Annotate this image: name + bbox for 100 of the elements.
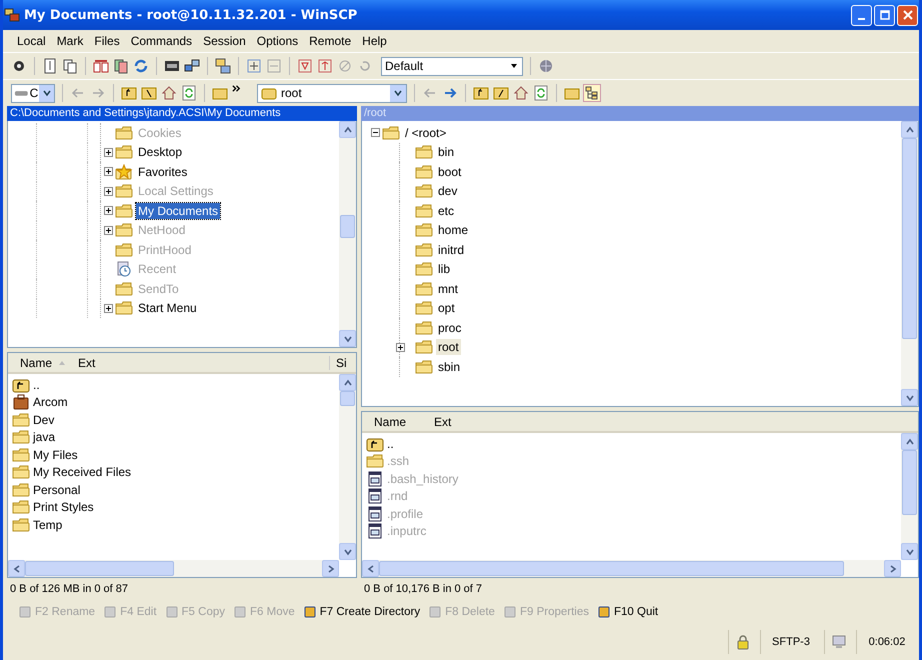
tree-item[interactable]: bin xyxy=(436,144,456,160)
tree-item[interactable]: My Documents xyxy=(136,202,220,219)
menu-item[interactable]: Session xyxy=(199,32,250,50)
plus-icon[interactable] xyxy=(246,58,262,74)
expand-icon[interactable] xyxy=(396,342,404,352)
tree-item[interactable]: sbin xyxy=(436,358,462,375)
folder-dropdown[interactable]: root xyxy=(257,84,407,102)
tree-item[interactable]: proc xyxy=(436,320,464,336)
parent-folder-icon[interactable] xyxy=(473,85,489,101)
file-name[interactable]: Temp xyxy=(33,518,62,532)
file-name[interactable]: .. xyxy=(387,436,394,451)
tree-item[interactable]: mnt xyxy=(436,280,460,297)
tree-item[interactable]: Favorites xyxy=(136,164,190,180)
tree-item[interactable]: initrd xyxy=(436,242,466,258)
horizontal-scrollbar[interactable] xyxy=(8,560,339,577)
preset-dropdown[interactable]: Default xyxy=(381,56,523,76)
maximize-button[interactable] xyxy=(874,4,895,26)
tree-item[interactable]: dev xyxy=(436,183,460,200)
home-icon[interactable] xyxy=(161,85,177,101)
file-name[interactable]: Arcom xyxy=(33,395,68,410)
file-name[interactable]: java xyxy=(33,430,56,444)
computers-icon[interactable] xyxy=(184,58,200,74)
parent-folder-icon[interactable] xyxy=(121,85,137,101)
parent-folder-icon xyxy=(12,376,30,393)
invert-icon[interactable] xyxy=(317,58,333,74)
tree-item[interactable]: Desktop xyxy=(136,144,184,160)
refresh-icon[interactable] xyxy=(181,85,197,101)
tree-view-icon[interactable] xyxy=(584,85,600,101)
tree-item[interactable]: / <root> xyxy=(403,124,448,141)
copy-pages-icon[interactable] xyxy=(62,58,78,74)
tree-item[interactable]: boot xyxy=(436,164,464,180)
drive-icon xyxy=(14,88,29,98)
scrollbar[interactable] xyxy=(339,374,356,560)
expand-icon[interactable] xyxy=(104,304,112,313)
folder-icon xyxy=(415,202,433,219)
expand-icon[interactable] xyxy=(104,167,112,176)
command-icon xyxy=(164,605,179,619)
lock-icon xyxy=(736,634,750,650)
tree-item[interactable]: etc xyxy=(436,202,456,219)
tree-item[interactable]: home xyxy=(436,222,470,238)
function-key-button[interactable]: F7 Create Directory xyxy=(300,605,424,619)
menu-item[interactable]: Remote xyxy=(305,32,356,50)
file-name[interactable]: Print Styles xyxy=(33,500,94,514)
file-name[interactable]: Personal xyxy=(33,482,80,497)
scroll-thumb[interactable] xyxy=(379,561,844,576)
file-name[interactable]: Dev xyxy=(33,412,54,427)
scrollbar[interactable] xyxy=(901,121,918,406)
tree-item[interactable]: Start Menu xyxy=(136,300,199,316)
panel-icon[interactable] xyxy=(42,58,58,74)
menu-item[interactable]: Files xyxy=(90,32,124,50)
home-icon[interactable] xyxy=(513,85,529,101)
scroll-thumb[interactable] xyxy=(340,214,355,238)
terminal-icon[interactable] xyxy=(164,58,180,74)
collapse-icon[interactable] xyxy=(370,128,380,138)
expand-icon[interactable] xyxy=(104,148,112,157)
tree-item[interactable]: opt xyxy=(436,300,457,316)
elapsed-time: 0:06:02 xyxy=(856,630,917,654)
menu-item[interactable]: Commands xyxy=(126,32,196,50)
folder-icon xyxy=(115,183,133,200)
scrollbar[interactable] xyxy=(339,121,356,347)
settings-icon[interactable] xyxy=(11,58,27,74)
menu-item[interactable]: Help xyxy=(358,32,391,50)
menu-item[interactable]: Mark xyxy=(52,32,88,50)
caret-icon xyxy=(42,89,51,97)
root-folder-icon[interactable] xyxy=(493,85,509,101)
synchronize-icon[interactable] xyxy=(113,58,129,74)
selection-summary: 0 B of 10,176 B in 0 of 7 xyxy=(363,582,484,597)
file-name[interactable]: My Received Files xyxy=(33,465,132,480)
scroll-thumb[interactable] xyxy=(25,561,174,576)
tree-item[interactable]: root xyxy=(436,339,461,356)
overflow-icon[interactable] xyxy=(232,84,241,93)
column-header[interactable]: Name xyxy=(8,356,52,370)
folder-icon xyxy=(415,358,433,375)
column-header[interactable]: Ext xyxy=(72,356,318,370)
scroll-thumb[interactable] xyxy=(340,391,355,406)
horizontal-scrollbar[interactable] xyxy=(362,560,901,577)
refresh-icon[interactable] xyxy=(133,58,149,74)
scrollbar[interactable] xyxy=(901,433,918,560)
file-name[interactable]: .. xyxy=(33,378,40,392)
menu-item[interactable]: Options xyxy=(252,32,302,50)
function-key-button[interactable]: F10 Quit xyxy=(594,605,662,619)
tree-item[interactable]: lib xyxy=(436,261,452,278)
close-button[interactable] xyxy=(897,4,918,26)
scroll-thumb[interactable] xyxy=(902,138,917,339)
filter-icon[interactable] xyxy=(297,58,313,74)
refresh-icon[interactable] xyxy=(533,85,549,101)
minimize-button[interactable] xyxy=(851,4,872,26)
file-name[interactable]: My Files xyxy=(33,448,78,462)
drive-dropdown[interactable]: C xyxy=(11,84,55,102)
menu-item[interactable]: Local xyxy=(13,32,50,50)
scroll-thumb[interactable] xyxy=(902,450,917,516)
column-header[interactable]: Name xyxy=(362,414,406,428)
column-header[interactable]: Si xyxy=(329,356,356,370)
compare-icon[interactable] xyxy=(93,58,109,74)
expand-icon[interactable] xyxy=(104,206,112,216)
column-header[interactable]: Ext xyxy=(406,414,452,428)
command-icon xyxy=(502,605,517,619)
globe-icon[interactable] xyxy=(538,58,554,74)
queue-icon[interactable] xyxy=(215,58,231,74)
root-folder-icon[interactable] xyxy=(141,85,157,101)
